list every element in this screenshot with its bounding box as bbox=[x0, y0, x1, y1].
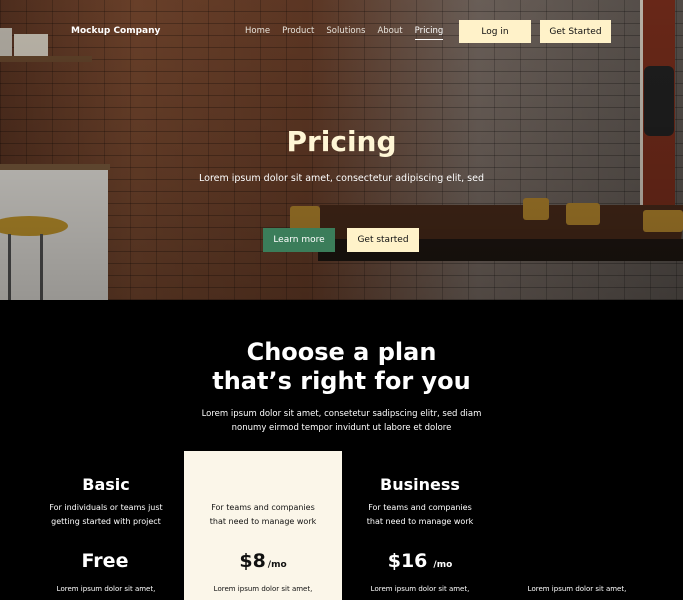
plan-feature-text: Lorem ipsum dolor sit amet, bbox=[213, 585, 313, 593]
plan-name: Basic bbox=[82, 475, 130, 494]
hero-subtitle: Lorem ipsum dolor sit amet, consectetur … bbox=[199, 173, 484, 184]
pricing-plans-section: Choose a plan that’s right for you Lorem… bbox=[0, 300, 683, 600]
plan-price-amount: $8 bbox=[239, 550, 266, 572]
plan-description: For teams and companies that need to man… bbox=[194, 501, 332, 528]
plan-feature-text: Lorem ipsum dolor sit amet, bbox=[527, 585, 627, 593]
plan-price: Free bbox=[27, 550, 185, 572]
plans-heading-line2: that’s right for you bbox=[212, 367, 471, 395]
nav-link-pricing[interactable]: Pricing bbox=[414, 26, 444, 40]
plan-card-basic[interactable]: Basic For individuals or teams just gett… bbox=[27, 451, 185, 600]
get-started-nav-button[interactable]: Get Started bbox=[540, 20, 611, 43]
plan-card-enterprise[interactable]: Lorem ipsum dolor sit amet, bbox=[498, 451, 656, 600]
nav-links: Home Product Solutions About Pricing bbox=[245, 26, 455, 40]
plan-card-business[interactable]: Business For teams and companies that ne… bbox=[341, 451, 499, 600]
plan-price-period: /mo bbox=[267, 560, 287, 570]
learn-more-button[interactable]: Learn more bbox=[263, 228, 335, 252]
plan-feature-text: Lorem ipsum dolor sit amet, bbox=[56, 585, 156, 593]
plan-description-line1: For teams and companies bbox=[368, 503, 472, 512]
plans-subtitle-line1: Lorem ipsum dolor sit amet, consetetur s… bbox=[201, 409, 482, 419]
hero-title: Pricing bbox=[286, 125, 397, 158]
nav-link-home[interactable]: Home bbox=[245, 26, 270, 40]
top-nav: Mockup Company Home Product Solutions Ab… bbox=[0, 0, 683, 64]
plan-description-line2: that need to manage work bbox=[209, 516, 317, 526]
plan-price-amount: Free bbox=[81, 550, 129, 572]
plans-subtitle-line2: nonumy eirmod tempor invidunt ut labore … bbox=[231, 423, 452, 433]
plan-price bbox=[498, 550, 656, 572]
nav-link-about[interactable]: About bbox=[377, 26, 402, 40]
login-button[interactable]: Log in bbox=[459, 20, 531, 43]
plan-description-line2: that need to manage work bbox=[366, 516, 474, 526]
plan-price-amount: $16 bbox=[387, 550, 428, 572]
plan-feature-text: Lorem ipsum dolor sit amet, bbox=[370, 585, 470, 593]
plan-card-featured[interactable]: For teams and companies that need to man… bbox=[184, 451, 342, 600]
plan-description: For teams and companies that need to man… bbox=[351, 501, 489, 528]
plans-heading: Choose a plan that’s right for you bbox=[0, 338, 683, 396]
hero-section: Mockup Company Home Product Solutions Ab… bbox=[0, 0, 683, 300]
plan-description-line1: For individuals or teams just bbox=[49, 503, 163, 512]
plan-price: $8/mo bbox=[184, 550, 342, 572]
plans-subtitle: Lorem ipsum dolor sit amet, consetetur s… bbox=[190, 407, 493, 435]
plan-price-period: /mo bbox=[433, 560, 453, 570]
plan-name: Business bbox=[380, 475, 460, 494]
plan-price: $16/mo bbox=[341, 550, 499, 572]
plan-description-line1: For teams and companies bbox=[211, 503, 315, 512]
brand-logo-text[interactable]: Mockup Company bbox=[71, 26, 160, 36]
plan-description: For individuals or teams just getting st… bbox=[37, 501, 175, 528]
plans-heading-line1: Choose a plan bbox=[246, 338, 437, 366]
nav-link-solutions[interactable]: Solutions bbox=[326, 26, 365, 40]
plan-description-line2: getting started with project bbox=[51, 516, 161, 526]
get-started-hero-button[interactable]: Get started bbox=[347, 228, 419, 252]
nav-link-product[interactable]: Product bbox=[282, 26, 314, 40]
